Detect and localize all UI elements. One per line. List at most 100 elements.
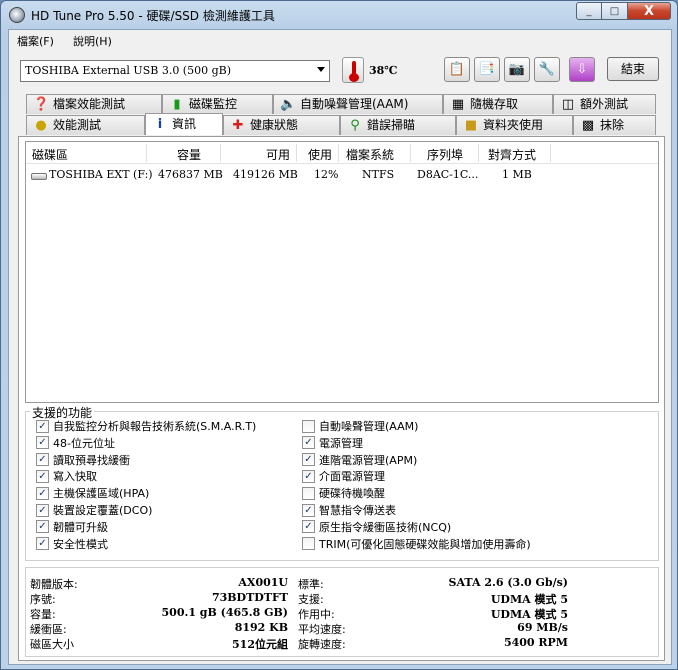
checkbox-checked[interactable]: ✓ bbox=[302, 503, 315, 517]
checkbox-checked[interactable]: ✓ bbox=[302, 520, 315, 534]
tab-benchmark[interactable]: ● 效能測試 bbox=[26, 115, 145, 135]
info-label: 序號: bbox=[30, 593, 56, 606]
left-feature-1: ✓ 48-位元位址 bbox=[36, 435, 115, 451]
partition-capacity: 476837 MB bbox=[158, 168, 223, 181]
tab-strip: ❓ 檔案效能測試 ▮ 磁碟監控 🔈 自動噪聲管理(AAM) ▦ 隨機存取 ◫ 額… bbox=[9, 94, 671, 136]
caption-buttons: _ □ X bbox=[576, 2, 671, 21]
options-icon[interactable]: 🔧 bbox=[534, 57, 560, 82]
info-value: 69 MB/s bbox=[517, 621, 568, 634]
info-value: 500.1 gB (465.8 GB) bbox=[161, 606, 288, 619]
partition-list-header: 磁碟區 容量 可用 使用 檔案系統 序列埠 對齊方式 bbox=[26, 142, 658, 164]
drive-select-value: TOSHIBA External USB 3.0 (500 gB) bbox=[25, 64, 232, 77]
minimize-button[interactable]: _ bbox=[576, 2, 602, 20]
info-label: 支援: bbox=[298, 593, 324, 606]
info-value: 512位元組 bbox=[232, 638, 288, 651]
save-icon[interactable]: ⇩ bbox=[569, 57, 595, 82]
feature-label: 硬碟待機喚醒 bbox=[319, 487, 385, 501]
checkbox-checked[interactable]: ✓ bbox=[36, 453, 49, 467]
file-benchmark-icon: ❓ bbox=[33, 97, 50, 112]
feature-label: 48-位元位址 bbox=[53, 436, 115, 450]
copy-info-icon[interactable]: 📑 bbox=[474, 57, 500, 82]
partition-list[interactable]: 磁碟區 容量 可用 使用 檔案系統 序列埠 對齊方式 TOSHIBA EXT (… bbox=[25, 141, 659, 403]
random-access-icon: ▦ bbox=[451, 97, 465, 112]
info-label: 旋轉速度: bbox=[298, 638, 346, 651]
col-alignment[interactable]: 對齊方式 bbox=[488, 146, 536, 163]
tab-info[interactable]: i 資訊 bbox=[145, 113, 223, 135]
col-free[interactable]: 可用 bbox=[266, 146, 290, 163]
feature-label: 主機保護區域(HPA) bbox=[53, 487, 150, 501]
checkbox-checked[interactable]: ✓ bbox=[302, 453, 315, 467]
info-label: 磁區大小 bbox=[30, 638, 74, 651]
right-feature-6: ✓ 原生指令緩衝區技術(NCQ) bbox=[302, 519, 451, 535]
feature-label: 智慧指令傳送表 bbox=[319, 504, 396, 517]
info-label: 容量: bbox=[30, 608, 56, 621]
tab-file-benchmark[interactable]: ❓ 檔案效能測試 bbox=[26, 94, 162, 114]
close-button[interactable]: X bbox=[628, 2, 671, 20]
right-feature-1: ✓ 電源管理 bbox=[302, 435, 363, 451]
col-capacity[interactable]: 容量 bbox=[177, 146, 201, 163]
info-label: 韌體版本: bbox=[30, 578, 78, 591]
drive-info-group: 韌體版本: AX001U 序號: 73BDTDTFT 容量: 500.1 gB (465.… bbox=[25, 567, 659, 657]
checkbox-checked[interactable]: ✓ bbox=[36, 469, 49, 483]
partition-volume: TOSHIBA EXT (F:) bbox=[49, 168, 153, 181]
tab-erase[interactable]: ▩ 抹除 bbox=[573, 115, 656, 135]
checkbox-checked[interactable]: ✓ bbox=[36, 486, 49, 500]
feature-label: 安全性模式 bbox=[53, 537, 108, 551]
checkbox-checked[interactable]: ✓ bbox=[302, 436, 315, 450]
info-icon: i bbox=[157, 117, 163, 132]
feature-label: 自我監控分析與報告技術系統(S.M.A.R.T) bbox=[53, 420, 257, 433]
drive-select[interactable]: TOSHIBA External USB 3.0 (500 gB) bbox=[20, 60, 330, 82]
camera-icon[interactable]: 📷 bbox=[504, 57, 530, 82]
exit-button[interactable]: 結束 bbox=[607, 57, 659, 81]
toolbar: TOSHIBA External USB 3.0 (500 gB) 38℃ 📋 … bbox=[9, 52, 671, 86]
checkbox-unchecked[interactable] bbox=[302, 486, 315, 500]
drive-icon bbox=[31, 173, 47, 180]
col-volume[interactable]: 磁碟區 bbox=[32, 146, 68, 163]
tab-random-access[interactable]: ▦ 隨機存取 bbox=[443, 94, 553, 114]
checkbox-unchecked[interactable] bbox=[302, 537, 315, 551]
checkbox-checked[interactable]: ✓ bbox=[36, 419, 49, 433]
col-filesystem[interactable]: 檔案系統 bbox=[346, 146, 394, 163]
tab-folder-usage[interactable]: ■ 資料夾使用 bbox=[456, 115, 573, 135]
feature-label: 韌體可升級 bbox=[53, 520, 108, 534]
col-serial[interactable]: 序列埠 bbox=[427, 146, 463, 163]
tab-aam[interactable]: 🔈 自動噪聲管理(AAM) bbox=[273, 94, 443, 114]
info-value: AX001U bbox=[238, 576, 288, 589]
info-value: UDMA 模式 5 bbox=[490, 593, 568, 606]
checkbox-checked[interactable]: ✓ bbox=[302, 469, 315, 483]
feature-label: 自動噪聲管理(AAM) bbox=[319, 420, 419, 433]
menu-file[interactable]: 檔案(F) bbox=[17, 33, 54, 49]
feature-label: 裝置設定覆蓋(DCO) bbox=[53, 504, 153, 517]
left-feature-3: ✓ 寫入快取 bbox=[36, 468, 97, 484]
left-feature-4: ✓ 主機保護區域(HPA) bbox=[36, 485, 149, 501]
copy-icon[interactable]: 📋 bbox=[444, 57, 470, 82]
info-label: 標準: bbox=[298, 578, 324, 591]
partition-row[interactable]: TOSHIBA EXT (F:) 476837 MB 419126 MB 12%… bbox=[26, 166, 658, 184]
checkbox-checked[interactable]: ✓ bbox=[36, 520, 49, 534]
tab-extra-tests[interactable]: ◫ 額外測試 bbox=[553, 94, 656, 114]
info-value: 8192 KB bbox=[234, 621, 288, 634]
title-bar[interactable]: HD Tune Pro 5.50 - 硬碟/SSD 檢測維護工具 _ □ X bbox=[1, 1, 677, 29]
checkbox-checked[interactable]: ✓ bbox=[36, 537, 49, 551]
left-feature-6: ✓ 韌體可升級 bbox=[36, 519, 108, 535]
supported-features-group: 支援的功能 ✓ 自我監控分析與報告技術系統(S.M.A.R.T) ✓ 48-位元位址 ✓… bbox=[25, 404, 659, 561]
feature-label: 寫入快取 bbox=[53, 470, 97, 484]
hdtune-logo-icon bbox=[9, 7, 25, 23]
left-feature-7: ✓ 安全性模式 bbox=[36, 536, 108, 552]
tab-disk-monitor[interactable]: ▮ 磁碟監控 bbox=[162, 94, 273, 114]
checkbox-unchecked[interactable] bbox=[302, 419, 315, 433]
feature-label: 電源管理 bbox=[319, 436, 363, 450]
menu-help[interactable]: 說明(H) bbox=[73, 33, 112, 49]
checkbox-checked[interactable]: ✓ bbox=[36, 503, 49, 517]
feature-label: 讀取預尋找緩衝 bbox=[53, 453, 130, 467]
tab-error-scan[interactable]: ⚲ 錯誤掃瞄 bbox=[340, 115, 456, 135]
tab-health[interactable]: ✚ 健康狀態 bbox=[223, 115, 340, 135]
right-feature-4: 硬碟待機喚醒 bbox=[302, 485, 385, 501]
window-title: HD Tune Pro 5.50 - 硬碟/SSD 檢測維護工具 bbox=[31, 9, 275, 23]
checkbox-checked[interactable]: ✓ bbox=[36, 436, 49, 450]
info-value: 73BDTDTFT bbox=[211, 591, 288, 604]
feature-label: 原生指令緩衝區技術(NCQ) bbox=[319, 520, 452, 534]
trash-icon: ▩ bbox=[581, 118, 595, 133]
maximize-button[interactable]: □ bbox=[602, 2, 628, 20]
col-usage[interactable]: 使用 bbox=[308, 146, 332, 163]
